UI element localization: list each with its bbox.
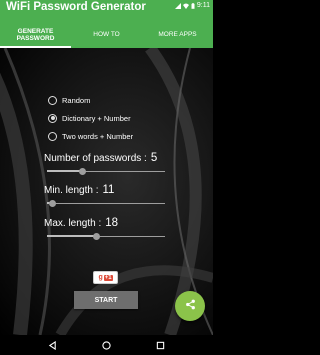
number-of-passwords-label: Number of passwords : [44,153,147,164]
status-bar: 9:11 [174,2,210,9]
wifi-icon [182,3,189,9]
app-screen: WiFi Password Generator 9:11 GENERATE PA… [0,0,213,355]
min-length-label: Min. length : [44,185,99,196]
back-icon[interactable] [48,340,57,350]
google-plus-g: g [98,274,103,281]
max-length-label: Max. length : [44,218,102,229]
number-of-passwords-row: Number of passwords :5 [44,152,157,164]
home-icon[interactable] [102,340,111,350]
slider-thumb[interactable] [78,167,86,175]
slider-fill [47,170,83,172]
tab-how-to[interactable]: HOW TO [71,22,142,48]
min-length-row: Min. length :11 [44,184,114,196]
app-header: WiFi Password Generator 9:11 GENERATE PA… [0,0,213,48]
system-nav-bar [0,335,213,355]
start-button[interactable]: START [74,291,138,309]
radio-dictionary-number[interactable] [48,113,57,123]
tab-generate-password[interactable]: GENERATE PASSWORD [0,22,71,48]
number-of-passwords-value: 5 [150,152,158,164]
slider-fill [47,235,97,237]
slider-thumb[interactable] [49,199,57,207]
share-fab[interactable] [175,291,205,321]
battery-icon [191,2,195,9]
option-dictionary-number[interactable]: Dictionary + Number [48,112,131,124]
slider-thumb[interactable] [93,232,101,240]
radio-two-words-number[interactable] [48,131,57,141]
share-icon [185,297,196,315]
number-of-passwords-slider[interactable] [47,167,165,175]
signal-icon [174,2,181,9]
max-length-value: 18 [105,217,119,229]
google-plus-one-button[interactable]: g +1 [93,271,118,284]
google-plus-one-label: +1 [103,274,113,281]
tab-bar: GENERATE PASSWORD HOW TO MORE APPS [0,22,213,48]
min-length-value: 11 [102,184,115,196]
option-random-label: Random [62,95,91,105]
slider-track [47,202,165,204]
max-length-slider[interactable] [47,232,165,240]
tab-more-apps[interactable]: MORE APPS [142,22,213,48]
min-length-slider[interactable] [47,199,165,207]
recents-icon[interactable] [156,341,165,350]
option-two-words-number-label: Two words + Number [62,131,134,141]
max-length-row: Max. length :18 [44,217,118,229]
radio-random[interactable] [48,95,57,105]
option-two-words-number[interactable]: Two words + Number [48,130,133,142]
status-time: 9:11 [196,2,210,9]
option-dictionary-number-label: Dictionary + Number [62,113,131,123]
option-random[interactable]: Random [48,94,90,106]
app-title: WiFi Password Generator [6,1,146,13]
